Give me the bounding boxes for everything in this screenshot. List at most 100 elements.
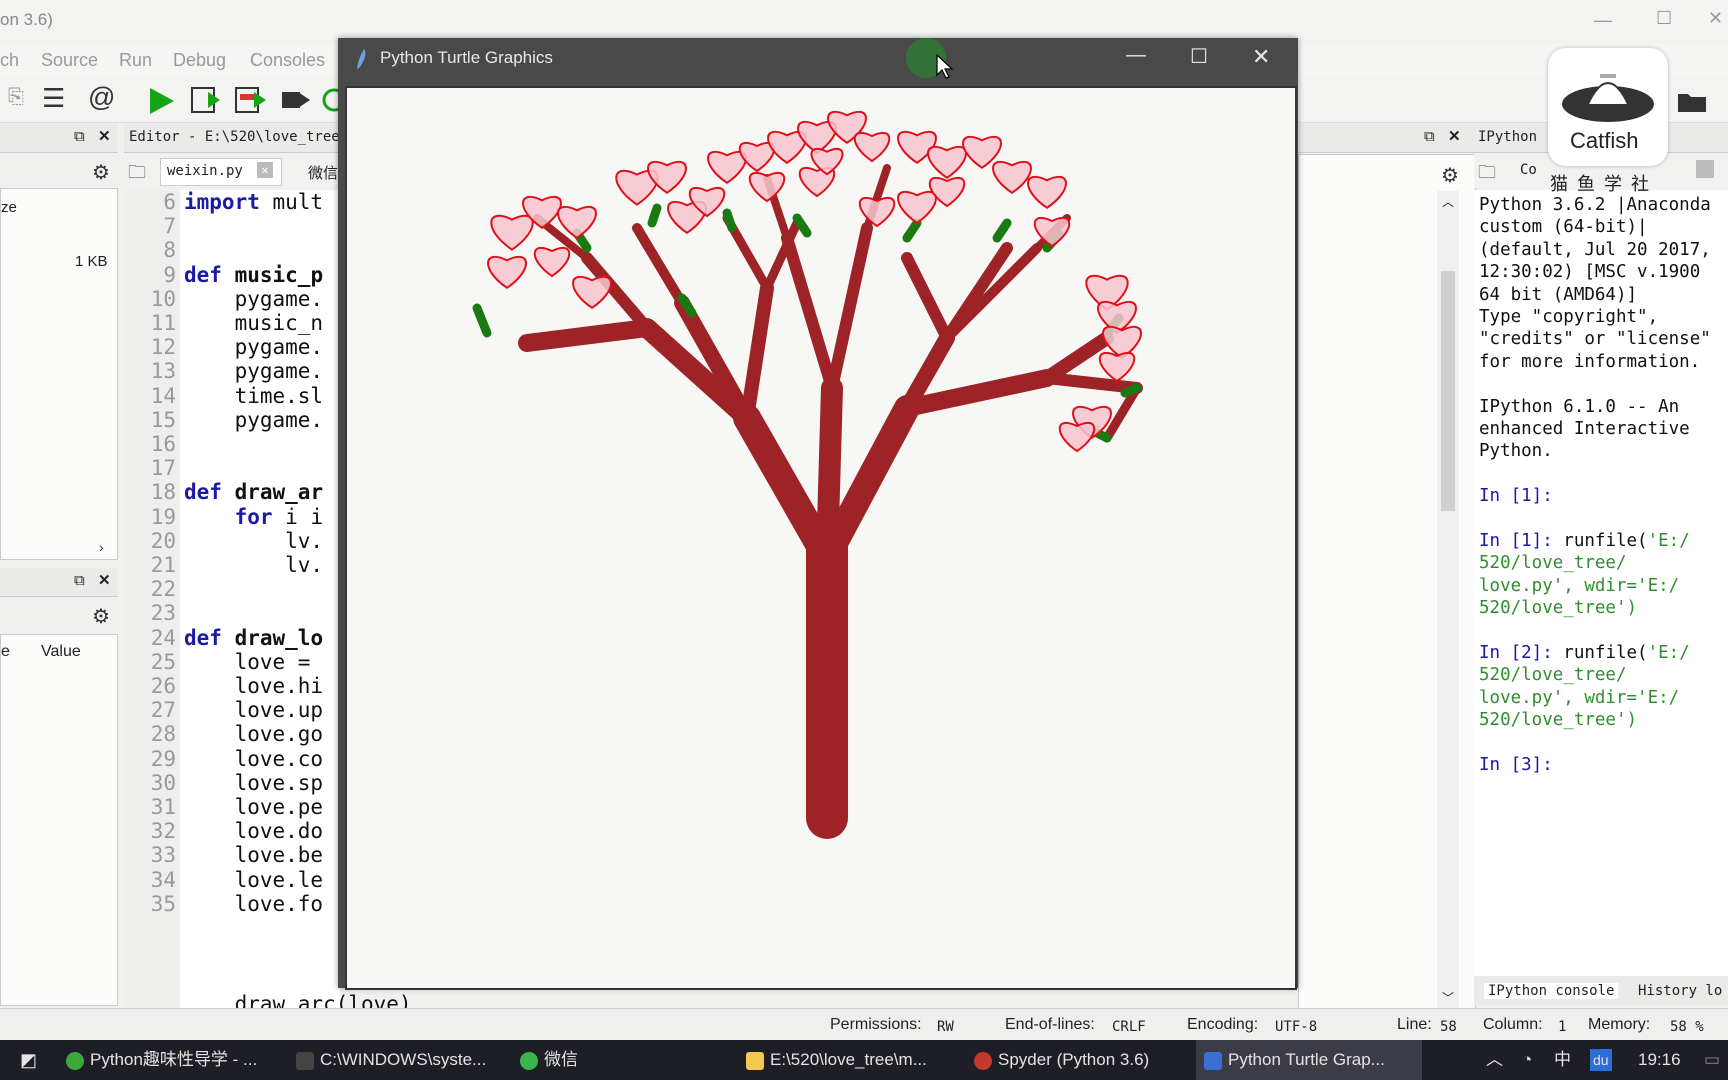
minimize-icon[interactable]: — (1594, 10, 1612, 31)
tree-branch (740, 281, 774, 425)
baidu-icon[interactable]: du (1590, 1049, 1612, 1071)
copy-icon[interactable]: ⎘ (8, 86, 32, 110)
run-file-icon[interactable] (190, 84, 222, 116)
menu-search[interactable]: ch (0, 50, 19, 71)
menu-source[interactable]: Source (41, 50, 98, 71)
column-label: Column: (1483, 1016, 1543, 1033)
menu-consoles[interactable]: Consoles (250, 50, 325, 71)
eol-value: CRLF (1112, 1019, 1146, 1035)
editor-tabbar: 🗀 weixin.py ✕ 微信 (124, 154, 344, 188)
chevron-up-icon[interactable]: ︿ (1486, 1040, 1503, 1080)
feather-icon (1204, 1051, 1222, 1070)
tab-ipython-console[interactable]: IPython console (1484, 983, 1619, 999)
variable-explorer-header: ⧉ ✕ (0, 568, 118, 597)
line-number: 7 (163, 214, 176, 239)
scroll-down-icon[interactable]: ﹀ (1442, 989, 1454, 1006)
permissions-label: Permissions: (830, 1016, 922, 1033)
run-selection-icon[interactable] (280, 84, 312, 116)
ipython-title: IPython (1478, 129, 1538, 145)
run-cell-icon[interactable] (234, 84, 268, 116)
code-line: love.do (184, 819, 324, 844)
wifi-icon[interactable]: ◔ (1522, 1040, 1532, 1080)
leaf (722, 208, 737, 233)
menu-run[interactable]: Run (119, 50, 152, 71)
spyder-title: on 3.6) (0, 10, 53, 29)
tree-branch (901, 252, 953, 344)
notification-icon[interactable]: ▭ (1704, 1040, 1720, 1080)
tab-history-log[interactable]: History lo (1638, 983, 1722, 999)
browse-tabs-icon[interactable]: 🗀 (128, 160, 146, 190)
editor-scrollbar[interactable]: ︿ ﹀ (1437, 191, 1459, 1009)
undock-icon[interactable]: ⧉ (74, 128, 85, 145)
catfish-hat-icon (1562, 74, 1654, 122)
undock-icon[interactable]: ⧉ (74, 572, 85, 589)
undock-icon[interactable]: ⧉ (1424, 128, 1435, 145)
taskbar-label: Python Turtle Grap... (1228, 1050, 1385, 1069)
console-line: enhanced Interactive (1479, 419, 1690, 439)
menu-debug[interactable]: Debug (173, 50, 226, 71)
close-pane-icon[interactable]: ✕ (1448, 127, 1461, 145)
gear-icon[interactable]: ⚙ (92, 604, 110, 629)
tab-wechat[interactable]: 微信 (308, 162, 338, 183)
heart-shape (1027, 175, 1067, 210)
close-icon[interactable]: ✕ (1708, 8, 1723, 29)
console-line: 520/love_tree') (1479, 710, 1638, 731)
tab-weixin[interactable]: weixin.py ✕ (160, 158, 282, 186)
clock[interactable]: 19:16 (1638, 1040, 1681, 1080)
console-tab[interactable]: Co (1520, 162, 1537, 178)
scroll-right-icon[interactable]: › (99, 539, 104, 555)
open-folder-icon[interactable] (1676, 86, 1708, 114)
taskbar-item-turtle[interactable]: Python Turtle Grap... (1196, 1040, 1422, 1080)
code-line: pygame. (184, 407, 324, 432)
console-line: for more information. (1479, 351, 1701, 372)
heart-shape (992, 160, 1032, 195)
scroll-up-icon[interactable]: ︿ (1442, 193, 1454, 210)
cmd-icon (296, 1051, 314, 1070)
close-icon[interactable]: ✕ (1252, 44, 1270, 70)
leaf (992, 218, 1012, 243)
line-number: 34 (150, 867, 176, 892)
heart-shape (738, 141, 776, 173)
minimize-icon[interactable]: — (1126, 44, 1146, 67)
console-line: love.py', wdir='E:/ (1479, 575, 1680, 596)
taskbar-item-wechat[interactable]: 微信 (520, 1040, 730, 1080)
tree-branch (1040, 331, 1114, 385)
turtle-title-bar[interactable]: Python Turtle Graphics — ☐ ✕ (338, 38, 1298, 79)
list-icon[interactable]: ☰ (42, 83, 65, 114)
maximize-icon[interactable]: ☐ (1656, 8, 1672, 29)
start-icon[interactable]: ◩ (20, 1040, 37, 1080)
ime-indicator[interactable]: 中 (1554, 1040, 1571, 1080)
turtle-title: Python Turtle Graphics (380, 48, 553, 67)
browse-tabs-icon[interactable]: 🗀 (1478, 160, 1496, 190)
close-tab-icon[interactable]: ✕ (257, 162, 273, 178)
taskbar-item-python-guide[interactable]: Python趣味性导学 - ... (66, 1040, 276, 1080)
taskbar-item-explorer[interactable]: E:\520\love_tree\m... (746, 1040, 956, 1080)
run-icon[interactable] (146, 86, 176, 116)
taskbar-label: Spyder (Python 3.6) (998, 1050, 1150, 1069)
taskbar-item-spyder[interactable]: Spyder (Python 3.6) (974, 1040, 1184, 1080)
maximize-icon[interactable]: ☐ (1190, 44, 1208, 69)
tree-branch (816, 377, 843, 569)
heart-shape (1098, 351, 1136, 383)
close-pane-icon[interactable]: ✕ (98, 571, 111, 589)
stop-icon[interactable] (1696, 160, 1714, 178)
close-pane-icon[interactable]: ✕ (98, 127, 111, 145)
code-line: love.co (184, 746, 324, 771)
tree-branch (1041, 372, 1143, 394)
gear-icon[interactable]: ⚙ (1441, 163, 1459, 188)
line-number: 9 (163, 262, 176, 287)
debug-icon[interactable] (320, 84, 340, 116)
code-line: pygame. (184, 359, 324, 384)
taskbar-label: 微信 (544, 1050, 578, 1069)
code-line: love.be (184, 843, 324, 868)
line-number: 18 (150, 480, 176, 505)
taskbar-item-cmd[interactable]: C:\WINDOWS\syste... (296, 1040, 506, 1080)
turtle-canvas[interactable] (345, 86, 1297, 990)
gear-icon[interactable]: ⚙ (92, 160, 110, 185)
scrollbar-thumb[interactable] (1441, 271, 1455, 511)
console-line: In [1]: (1479, 486, 1553, 507)
tree-branch (781, 232, 838, 394)
line-number: 10 (150, 286, 176, 311)
at-icon[interactable]: @ (88, 82, 115, 113)
browser-icon (66, 1051, 84, 1070)
